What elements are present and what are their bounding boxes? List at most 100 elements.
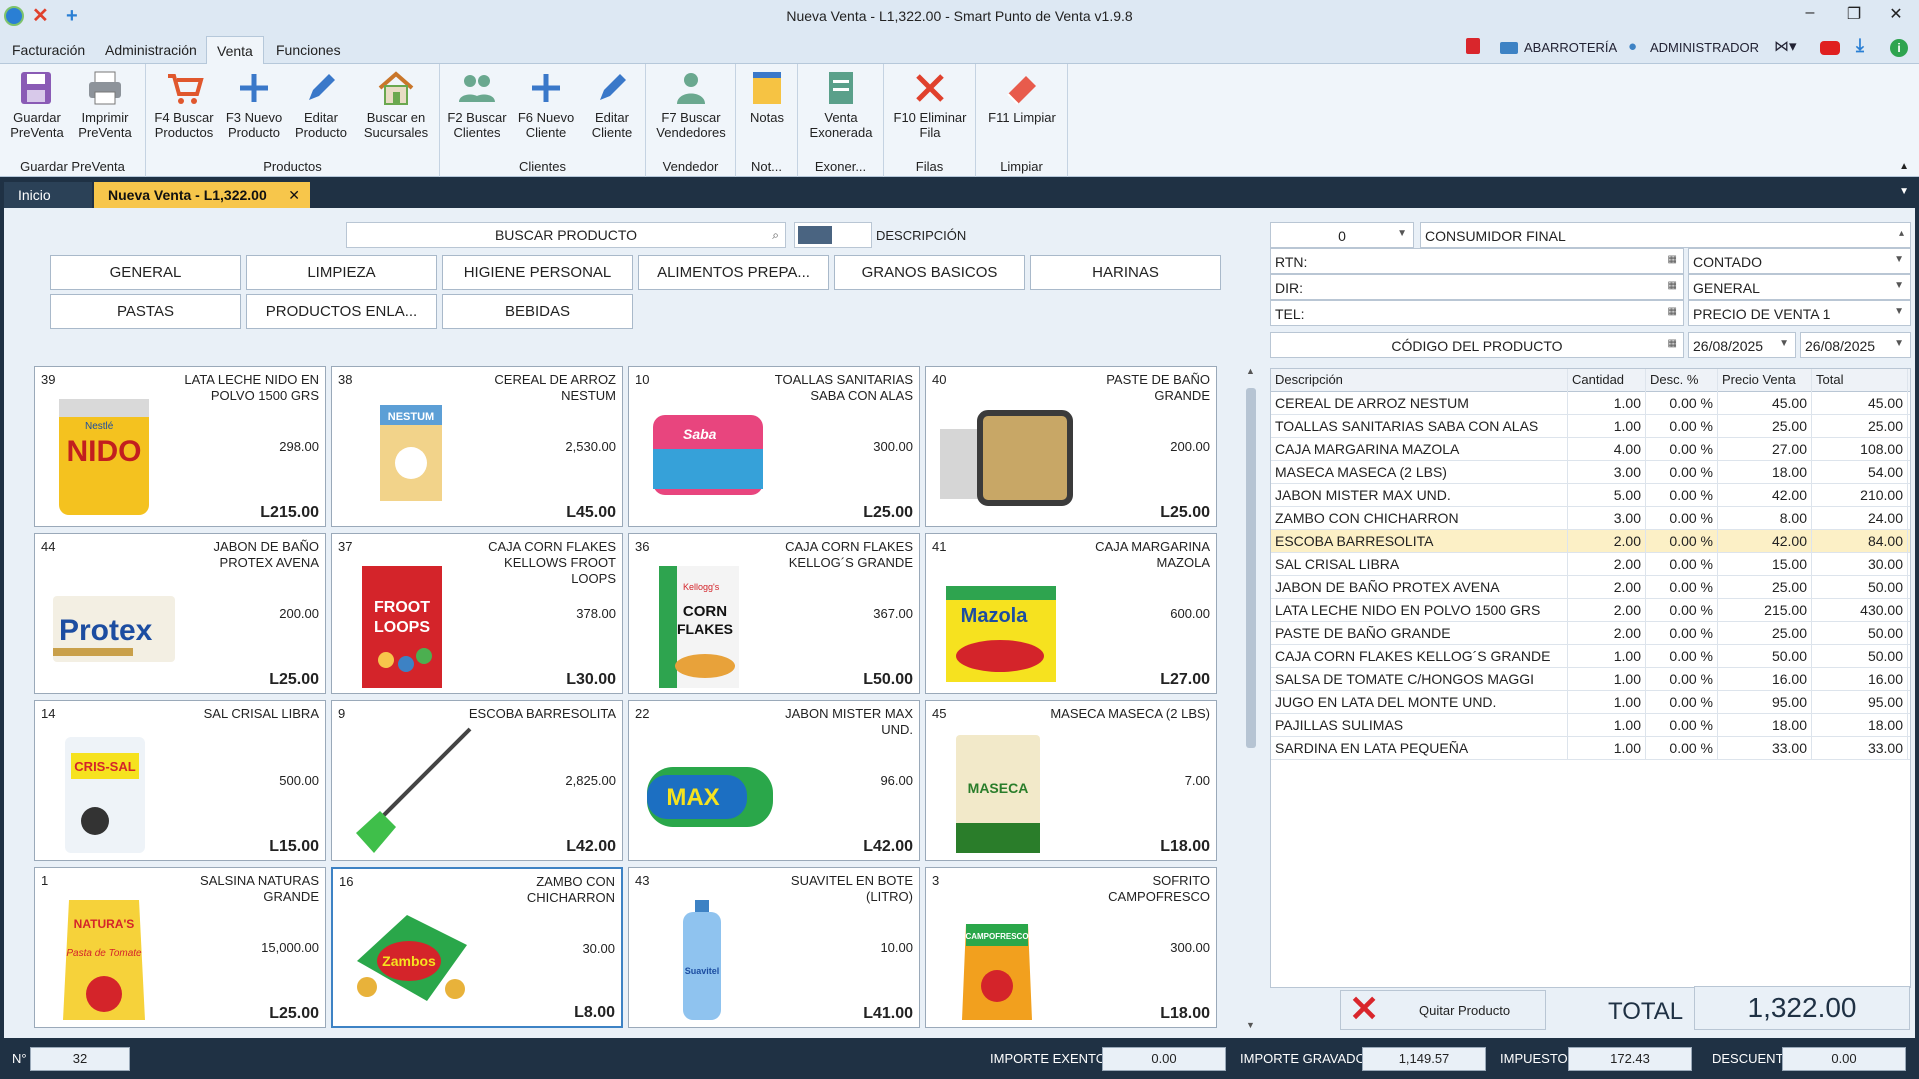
column-header[interactable]: Cantidad — [1568, 369, 1646, 392]
customer-name-field[interactable]: CONSUMIDOR FINAL ▴ — [1420, 222, 1911, 248]
guardar-preventa-button[interactable]: Guardar PreVenta — [4, 68, 70, 154]
buscar-productos-button[interactable]: F4 Buscar Productos — [150, 68, 218, 154]
product-card[interactable]: 14 SAL CRISAL LIBRA 500.00 L15.00 CRIS-S… — [34, 700, 326, 861]
table-row[interactable]: ESCOBA BARRESOLITA 2.00 0.00 % 42.00 84.00 — [1271, 530, 1910, 553]
product-card[interactable]: 22 JABON MISTER MAX UND. 96.00 L42.00 MA… — [628, 700, 920, 861]
buscar-vendedores-button[interactable]: F7 Buscar Vendedores — [650, 68, 732, 154]
product-card[interactable]: 9 ESCOBA BARRESOLITA 2,825.00 L42.00 — [331, 700, 623, 861]
buscar-clientes-button[interactable]: F2 Buscar Clientes — [444, 68, 510, 154]
field-menu-icon[interactable]: ▦ — [1668, 280, 1677, 291]
table-row[interactable]: PAJILLAS SULIMAS 1.00 0.00 % 18.00 18.00 — [1271, 714, 1910, 737]
date-from-picker[interactable]: 26/08/2025 ▼ — [1688, 332, 1796, 358]
product-card[interactable]: 36 CAJA CORN FLAKES KELLOG´S GRANDE 367.… — [628, 533, 920, 694]
column-header[interactable]: Precio Venta — [1718, 369, 1812, 392]
field-menu-icon[interactable]: ▦ — [1668, 254, 1677, 265]
category-limpieza[interactable]: LIMPIEZA — [246, 255, 437, 290]
products-scrollbar[interactable]: ▲ ▼ — [1244, 366, 1258, 1030]
product-card[interactable]: 40 PASTE DE BAÑO GRANDE 200.00 L25.00 — [925, 366, 1217, 527]
table-row[interactable]: LATA LECHE NIDO EN POLVO 1500 GRS 2.00 0.0… — [1271, 599, 1910, 622]
product-card[interactable]: 41 CAJA MARGARINA MAZOLA 600.00 L27.00 M… — [925, 533, 1217, 694]
table-row[interactable]: SAL CRISAL LIBRA 2.00 0.00 % 15.00 30.00 — [1271, 553, 1910, 576]
column-header[interactable]: Desc. % — [1646, 369, 1718, 392]
menu-venta[interactable]: Venta — [206, 36, 264, 65]
table-row[interactable]: ZAMBO CON CHICHARRON 3.00 0.00 % 8.00 24.00 — [1271, 507, 1910, 530]
table-row[interactable]: JUGO EN LATA DEL MONTE UND. 1.00 0.00 % 95.… — [1271, 691, 1910, 714]
menu-administracion[interactable]: Administración — [105, 42, 197, 58]
product-card[interactable]: 10 TOALLAS SANITARIAS SABA CON ALAS 300.… — [628, 366, 920, 527]
venta-exonerada-button[interactable]: Venta Exonerada — [802, 68, 880, 154]
scroll-up-icon[interactable]: ▲ — [1246, 366, 1255, 376]
nuevo-cliente-button[interactable]: F6 Nuevo Cliente — [514, 68, 578, 154]
user-lookup-icon[interactable]: ▴ — [1899, 228, 1904, 239]
store-name[interactable]: ABARROTERÍA — [1524, 40, 1617, 55]
product-card[interactable]: 44 JABON DE BAÑO PROTEX AVENA 200.00 L25… — [34, 533, 326, 694]
restore-button[interactable]: ❐ — [1834, 4, 1874, 28]
category-productos-enlatados[interactable]: PRODUCTOS ENLA... — [246, 294, 437, 329]
menu-facturacion[interactable]: Facturación — [12, 42, 85, 58]
table-row[interactable]: TOALLAS SANITARIAS SABA CON ALAS 1.00 0.00… — [1271, 415, 1910, 438]
tab-nueva-venta[interactable]: Nueva Venta - L1,322.00 ✕ — [94, 182, 310, 208]
category-higiene-personal[interactable]: HIGIENE PERSONAL — [442, 255, 633, 290]
table-row[interactable]: CAJA CORN FLAKES KELLOG´S GRANDE 1.00 0.00… — [1271, 645, 1910, 668]
table-row[interactable]: JABON DE BAÑO PROTEX AVENA 2.00 0.00 % 25.0… — [1271, 576, 1910, 599]
scroll-down-icon[interactable]: ▼ — [1246, 1020, 1255, 1030]
scroll-thumb[interactable] — [1246, 388, 1256, 748]
limpiar-button[interactable]: F11 Limpiar — [980, 68, 1064, 154]
description-toggle[interactable] — [794, 222, 872, 248]
table-row[interactable]: MASECA MASECA (2 LBS) 3.00 0.00 % 18.00 54.0… — [1271, 461, 1910, 484]
info-icon[interactable]: i — [1890, 39, 1908, 57]
search-icon[interactable]: ⌕ — [772, 223, 779, 247]
menu-funciones[interactable]: Funciones — [276, 42, 341, 58]
tab-inicio[interactable]: Inicio — [4, 182, 92, 208]
search-product-input[interactable]: BUSCAR PRODUCTO ⌕ — [346, 222, 786, 248]
imprimir-preventa-button[interactable]: Imprimir PreVenta — [72, 68, 138, 154]
payment-type-select[interactable]: CONTADO ▼ — [1688, 248, 1911, 274]
product-card[interactable]: 43 SUAVITEL EN BOTE (LITRO) 10.00 L41.00… — [628, 867, 920, 1028]
field-menu-icon[interactable]: ▦ — [1668, 338, 1677, 349]
user-name[interactable]: ADMINISTRADOR — [1650, 40, 1759, 55]
share-icon[interactable]: ⋈▾ — [1774, 37, 1797, 55]
product-code-input[interactable]: CÓDIGO DEL PRODUCTO ▦ — [1270, 332, 1684, 358]
product-card[interactable]: 39 LATA LECHE NIDO EN POLVO 1500 GRS 298… — [34, 366, 326, 527]
table-row[interactable]: PASTE DE BAÑO GRANDE 2.00 0.00 % 25.00 50.00 — [1271, 622, 1910, 645]
eliminar-fila-button[interactable]: F10 Eliminar Fila — [888, 68, 972, 154]
collapse-ribbon-icon[interactable]: ▲ — [1899, 161, 1909, 172]
rtn-field[interactable]: RTN: ▦ — [1270, 248, 1684, 274]
table-row[interactable]: CAJA MARGARINA MAZOLA 4.00 0.00 % 27.00 108.… — [1271, 438, 1910, 461]
category-granos-basicos[interactable]: GRANOS BASICOS — [834, 255, 1025, 290]
product-card[interactable]: 45 MASECA MASECA (2 LBS) 7.00 L18.00 MAS… — [925, 700, 1217, 861]
product-card[interactable]: 37 CAJA CORN FLAKES KELLOWS FROOT LOOPS … — [331, 533, 623, 694]
tel-field[interactable]: TEL: ▦ — [1270, 300, 1684, 326]
column-header[interactable]: Descripción — [1271, 369, 1568, 392]
price-list-select[interactable]: PRECIO DE VENTA 1 ▼ — [1688, 300, 1911, 326]
customer-code-select[interactable]: 0 ▼ — [1270, 222, 1414, 248]
column-header[interactable]: Total — [1812, 369, 1908, 392]
table-row[interactable]: JABON MISTER MAX UND. 5.00 0.00 % 42.00 210.… — [1271, 484, 1910, 507]
product-card[interactable]: 3 SOFRITO CAMPOFRESCO 300.00 L18.00 CAMP… — [925, 867, 1217, 1028]
notas-button[interactable]: Notas — [740, 68, 794, 154]
editar-producto-button[interactable]: Editar Producto — [290, 68, 352, 154]
dir-field[interactable]: DIR: ▦ — [1270, 274, 1684, 300]
product-card[interactable]: 38 CEREAL DE ARROZ NESTUM 2,530.00 L45.0… — [331, 366, 623, 527]
category-bebidas[interactable]: BEBIDAS — [442, 294, 633, 329]
lock-icon[interactable] — [1466, 38, 1480, 54]
field-menu-icon[interactable]: ▦ — [1668, 306, 1677, 317]
tabs-menu-icon[interactable]: ▼ — [1899, 186, 1909, 197]
table-row[interactable]: SALSA DE TOMATE C/HONGOS MAGGI 1.00 0.00 %… — [1271, 668, 1910, 691]
close-window-button[interactable]: ✕ — [1876, 4, 1916, 28]
nuevo-producto-button[interactable]: F3 Nuevo Producto — [222, 68, 286, 154]
product-card[interactable]: 1 SALSINA NATURAS GRANDE 15,000.00 L25.0… — [34, 867, 326, 1028]
customer-type-select[interactable]: GENERAL ▼ — [1688, 274, 1911, 300]
minimize-button[interactable]: – — [1790, 4, 1830, 28]
close-tab-icon[interactable]: ✕ — [288, 187, 300, 204]
category-pastas[interactable]: PASTAS — [50, 294, 241, 329]
category-alimentos-preparados[interactable]: ALIMENTOS PREPA... — [638, 255, 829, 290]
product-card-selected[interactable]: 16 ZAMBO CON CHICHARRON 30.00 L8.00 Zamb… — [331, 867, 623, 1028]
category-harinas[interactable]: HARINAS — [1030, 255, 1221, 290]
editar-cliente-button[interactable]: Editar Cliente — [582, 68, 642, 154]
table-row[interactable]: CEREAL DE ARROZ NESTUM 1.00 0.00 % 45.00 45.… — [1271, 392, 1910, 415]
table-row[interactable]: SARDINA EN LATA PEQUEÑA 1.00 0.00 % 33.00 33… — [1271, 737, 1910, 760]
youtube-icon[interactable] — [1820, 41, 1840, 55]
buscar-sucursales-button[interactable]: Buscar en Sucursales — [356, 68, 436, 154]
category-general[interactable]: GENERAL — [50, 255, 241, 290]
